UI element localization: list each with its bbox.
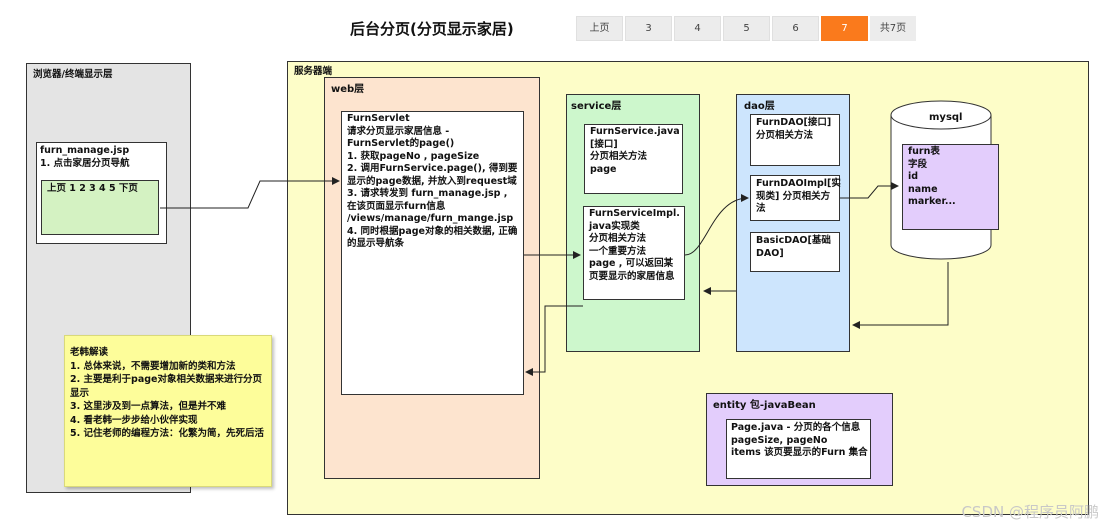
mysql-to-dao-return-arrow bbox=[852, 262, 949, 329]
flow-connectors bbox=[160, 177, 949, 376]
nav-to-servlet-arrow bbox=[160, 177, 340, 209]
service-to-servlet-return-arrow bbox=[525, 305, 583, 376]
watermark: CSDN @程序员阿鹏 bbox=[961, 503, 1099, 521]
service-to-dao-arrow bbox=[684, 194, 749, 256]
dao-to-mysql-arrow bbox=[840, 182, 899, 199]
